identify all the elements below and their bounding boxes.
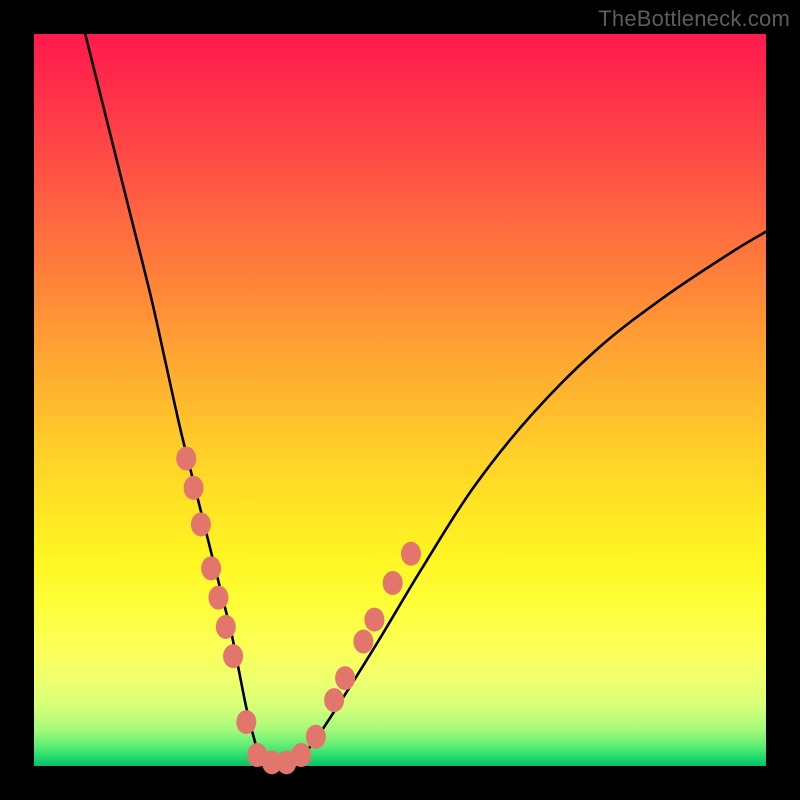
marker-dot [291, 743, 311, 767]
marker-dot [306, 725, 326, 749]
marker-dot [364, 608, 384, 632]
marker-dot [401, 542, 421, 566]
marker-dot [383, 571, 403, 595]
marker-group [176, 447, 421, 775]
curve-layer [34, 34, 766, 766]
bottleneck-curve-path [85, 34, 766, 768]
chart-frame: TheBottleneck.com [0, 0, 800, 800]
watermark-text: TheBottleneck.com [598, 6, 790, 32]
marker-dot [216, 615, 236, 639]
marker-dot [176, 447, 196, 471]
marker-dot [335, 666, 355, 690]
marker-dot [184, 476, 204, 500]
marker-dot [208, 586, 228, 610]
marker-dot [236, 710, 256, 734]
marker-dot [353, 630, 373, 654]
marker-dot [223, 644, 243, 668]
marker-dot [324, 688, 344, 712]
plot-area [34, 34, 766, 766]
marker-dot [191, 512, 211, 536]
marker-dot [201, 556, 221, 580]
